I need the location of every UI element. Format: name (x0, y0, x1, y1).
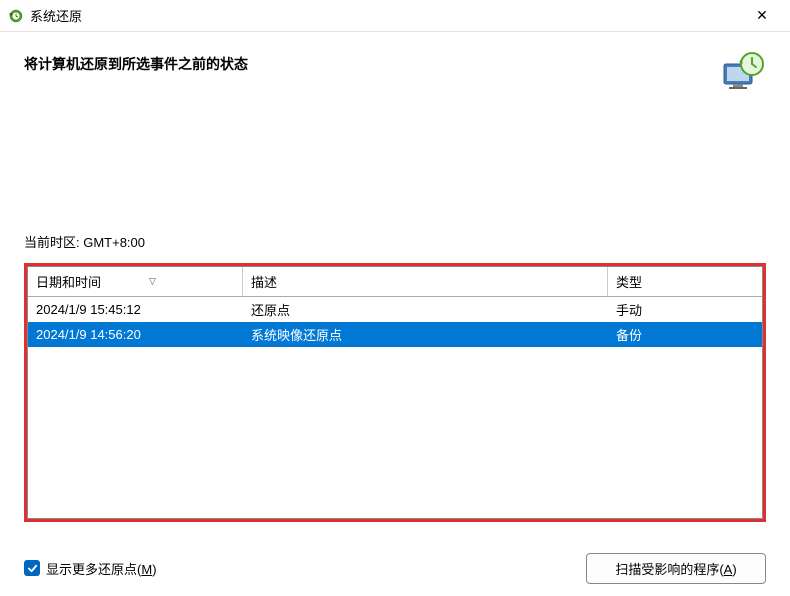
window-title: 系统还原 (30, 6, 742, 25)
show-more-checkbox[interactable]: 显示更多还原点(M) (24, 559, 157, 578)
cell-type: 备份 (608, 322, 762, 347)
cell-type: 手动 (608, 297, 762, 322)
label-pre: 显示更多还原点( (46, 562, 141, 577)
content-area: 当前时区: GMT+8:00 日期和时间 ▽ 描述 类型 2024/1/9 15… (0, 232, 790, 522)
timezone-label: 当前时区: GMT+8:00 (24, 232, 766, 251)
column-header-type[interactable]: 类型 (608, 267, 762, 296)
scan-label-pre: 扫描受影响的程序( (615, 562, 723, 577)
system-restore-icon (718, 50, 766, 98)
table-body: 2024/1/9 15:45:12还原点手动2024/1/9 14:56:20系… (28, 297, 762, 347)
column-header-desc-text: 描述 (251, 272, 277, 291)
column-header-date-text: 日期和时间 (36, 272, 101, 291)
table-highlight-frame: 日期和时间 ▽ 描述 类型 2024/1/9 15:45:12还原点手动2024… (24, 263, 766, 522)
label-post: ) (152, 562, 156, 577)
label-hotkey: M (141, 562, 152, 577)
close-button[interactable]: ✕ (742, 2, 782, 30)
table-header: 日期和时间 ▽ 描述 类型 (28, 267, 762, 297)
titlebar: 系统还原 ✕ (0, 0, 790, 32)
restore-icon (8, 8, 24, 24)
column-header-type-text: 类型 (616, 272, 642, 291)
sort-desc-icon: ▽ (149, 276, 156, 287)
footer-bar: 显示更多还原点(M) 扫描受影响的程序(A) (24, 552, 766, 584)
table-row[interactable]: 2024/1/9 15:45:12还原点手动 (28, 297, 762, 322)
table-row[interactable]: 2024/1/9 14:56:20系统映像还原点备份 (28, 322, 762, 347)
page-title: 将计算机还原到所选事件之前的状态 (24, 50, 248, 74)
checkbox-checked-icon (24, 560, 40, 576)
cell-desc: 系统映像还原点 (243, 322, 608, 347)
column-header-date[interactable]: 日期和时间 ▽ (28, 267, 243, 296)
restore-points-table: 日期和时间 ▽ 描述 类型 2024/1/9 15:45:12还原点手动2024… (27, 266, 763, 519)
cell-desc: 还原点 (243, 297, 608, 322)
show-more-label: 显示更多还原点(M) (46, 559, 157, 578)
scan-programs-button[interactable]: 扫描受影响的程序(A) (586, 553, 766, 584)
cell-date: 2024/1/9 14:56:20 (28, 324, 243, 345)
cell-date: 2024/1/9 15:45:12 (28, 299, 243, 320)
header: 将计算机还原到所选事件之前的状态 (0, 32, 790, 108)
column-header-desc[interactable]: 描述 (243, 267, 608, 296)
scan-label-post: ) (732, 562, 736, 577)
